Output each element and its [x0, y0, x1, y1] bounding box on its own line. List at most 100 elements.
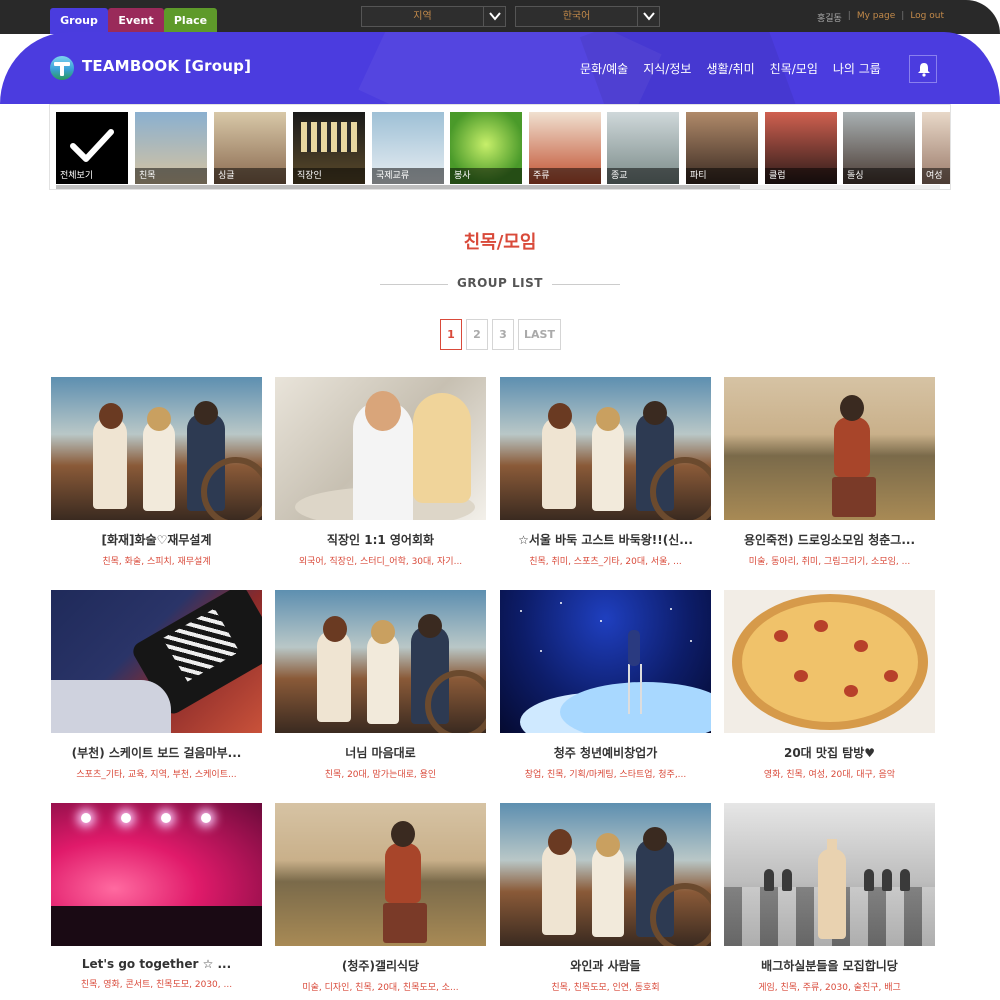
group-title[interactable]: 직장인 1:1 영어회화 — [275, 531, 486, 548]
region-select[interactable]: 지역 — [361, 6, 506, 27]
category-worker[interactable]: 직장인 — [293, 112, 365, 184]
group-thumbnail[interactable] — [275, 803, 486, 946]
category-label: 클럽 — [765, 168, 837, 184]
category-international[interactable]: 국제교류 — [372, 112, 444, 184]
group-card[interactable]: (부천) 스케이트 보드 걸음마부... 스포츠_기타, 교육, 지역, 부천,… — [51, 590, 262, 780]
group-thumbnail[interactable] — [724, 803, 935, 946]
group-title[interactable]: (부천) 스케이트 보드 걸음마부... — [51, 744, 262, 761]
category-divorced[interactable]: 돌싱 — [843, 112, 915, 184]
group-card[interactable]: [화재]화술♡재무설계 친목, 화술, 스피치, 재무설계 — [51, 377, 262, 567]
group-card[interactable]: ☆서울 바둑 고스트 바둑왕!!(신... 친목, 취미, 스포츠_기타, 20… — [500, 377, 711, 567]
service-tabs: Group Event Place — [50, 8, 217, 34]
section-heading-text: GROUP LIST — [457, 276, 543, 290]
category-social[interactable]: 친목 — [135, 112, 207, 184]
notification-button[interactable] — [909, 55, 937, 83]
group-card[interactable]: 너님 마음대로 친목, 20대, 맘가는대로, 용인 — [275, 590, 486, 780]
carousel-scrollbar[interactable] — [56, 185, 940, 189]
divider: | — [901, 11, 905, 21]
teambook-logo-icon[interactable] — [50, 56, 74, 80]
category-label: 직장인 — [293, 168, 365, 184]
page-button-3[interactable]: 3 — [492, 319, 514, 350]
language-select[interactable]: 한국어 — [515, 6, 660, 27]
group-thumbnail[interactable] — [724, 377, 935, 520]
category-label: 돌싱 — [843, 168, 915, 184]
group-card[interactable]: Let's go together ☆ ... 친목, 영화, 콘서트, 친목도… — [51, 803, 262, 990]
category-label: 봉사 — [450, 168, 522, 184]
chevron-down-icon[interactable] — [637, 7, 659, 26]
category-label: 파티 — [686, 168, 758, 184]
group-thumbnail[interactable] — [500, 590, 711, 733]
pagination: 1 2 3 LAST — [440, 319, 561, 350]
main-header: TEAMBOOK [Group] 문화/예술 지식/정보 생활/취미 친목/모임… — [0, 32, 1000, 104]
section-heading: GROUP LIST — [380, 276, 620, 292]
nav-culture-art[interactable]: 문화/예술 — [580, 60, 628, 77]
category-label: 국제교류 — [372, 168, 444, 184]
page-button-2[interactable]: 2 — [466, 319, 488, 350]
brand-title[interactable]: TEAMBOOK [Group] — [82, 57, 251, 75]
category-women[interactable]: 여성 — [922, 112, 950, 184]
group-tags: 영화, 친목, 여성, 20대, 대구, 음악 — [763, 770, 896, 780]
page: Group Event Place 지역 한국어 홍길동 | My page |… — [0, 0, 1000, 1000]
group-title[interactable]: 와인과 사람들 — [500, 957, 711, 974]
group-tags: 게임, 친목, 주류, 2030, 술친구, 배그 — [758, 983, 901, 993]
group-card[interactable]: 직장인 1:1 영어회화 외국어, 직장인, 스터디_어학, 30대, 자기..… — [275, 377, 486, 567]
group-card[interactable]: 와인과 사람들 친목, 친목도모, 인연, 동호회 — [500, 803, 711, 993]
nav-life-hobby[interactable]: 생활/취미 — [706, 60, 754, 77]
category-all[interactable]: 전체보기 — [56, 112, 128, 184]
category-religion[interactable]: 종교 — [607, 112, 679, 184]
tab-group[interactable]: Group — [50, 8, 108, 34]
nav-social-meetup[interactable]: 친목/모임 — [770, 60, 818, 77]
category-label: 여성 — [922, 168, 950, 184]
group-thumbnail[interactable] — [500, 803, 711, 946]
group-tags: 친목, 화술, 스피치, 재무설계 — [102, 557, 211, 567]
group-tags: 창업, 친목, 기획/마케팅, 스타트업, 청주,... — [524, 770, 687, 780]
tab-event[interactable]: Event — [108, 8, 164, 34]
group-card[interactable]: (청주)갤리식당 미술, 디자인, 친목, 20대, 친목도모, 소... — [275, 803, 486, 993]
nav-my-group[interactable]: 나의 그룹 — [833, 60, 881, 77]
group-thumbnail[interactable] — [724, 590, 935, 733]
group-title[interactable]: 배그하실분들을 모집합니당 — [724, 957, 935, 974]
group-title[interactable]: 너님 마음대로 — [275, 744, 486, 761]
group-title[interactable]: [화재]화술♡재무설계 — [51, 531, 262, 548]
group-title[interactable]: ☆서울 바둑 고스트 바둑왕!!(신... — [500, 531, 711, 548]
category-party[interactable]: 파티 — [686, 112, 758, 184]
category-label: 전체보기 — [56, 168, 128, 184]
group-tags: 외국어, 직장인, 스터디_어학, 30대, 자기... — [298, 557, 463, 567]
category-club[interactable]: 클럽 — [765, 112, 837, 184]
last-page-button[interactable]: LAST — [518, 319, 561, 350]
tab-place[interactable]: Place — [164, 8, 217, 34]
group-title[interactable]: 20대 맛집 탐방♥ — [724, 744, 935, 761]
group-thumbnail[interactable] — [275, 590, 486, 733]
group-card[interactable]: 청주 청년예비창업가 창업, 친목, 기획/마케팅, 스타트업, 청주,... — [500, 590, 711, 780]
group-card[interactable]: 용인죽전) 드로잉소모임 청춘그... 미술, 동아리, 취미, 그림그리기, … — [724, 377, 935, 567]
group-tags: 미술, 동아리, 취미, 그림그리기, 소모임, ... — [748, 557, 911, 567]
mypage-link[interactable]: My page — [857, 11, 895, 24]
group-thumbnail[interactable] — [51, 590, 262, 733]
category-volunteer[interactable]: 봉사 — [450, 112, 522, 184]
page-button-1[interactable]: 1 — [440, 319, 462, 350]
category-label: 주류 — [529, 168, 601, 184]
checkmark-icon — [70, 129, 114, 162]
group-card[interactable]: 20대 맛집 탐방♥ 영화, 친목, 여성, 20대, 대구, 음악 — [724, 590, 935, 780]
scrollbar-thumb[interactable] — [56, 185, 740, 189]
chevron-down-icon[interactable] — [483, 7, 505, 26]
group-thumbnail[interactable] — [51, 803, 262, 946]
group-tags: 미술, 디자인, 친목, 20대, 친목도모, 소... — [302, 983, 459, 993]
group-title[interactable]: 용인죽전) 드로잉소모임 청춘그... — [724, 531, 935, 548]
group-thumbnail[interactable] — [500, 377, 711, 520]
group-card[interactable]: 배그하실분들을 모집합니당 게임, 친목, 주류, 2030, 술친구, 배그 — [724, 803, 935, 993]
category-drinks[interactable]: 주류 — [529, 112, 601, 184]
nav-knowledge-info[interactable]: 지식/정보 — [643, 60, 691, 77]
group-title[interactable]: (청주)갤리식당 — [275, 957, 486, 974]
category-label: 싱글 — [214, 168, 286, 184]
group-title[interactable]: 청주 청년예비창업가 — [500, 744, 711, 761]
logout-link[interactable]: Log out — [910, 11, 944, 24]
top-utility-bar: Group Event Place 지역 한국어 홍길동 | My page |… — [0, 0, 1000, 34]
group-title[interactable]: Let's go together ☆ ... — [51, 957, 262, 971]
category-single[interactable]: 싱글 — [214, 112, 286, 184]
divider: | — [847, 11, 851, 21]
group-tags: 친목, 친목도모, 인연, 동호회 — [551, 983, 660, 993]
group-thumbnail[interactable] — [51, 377, 262, 520]
divider — [552, 284, 620, 285]
group-thumbnail[interactable] — [275, 377, 486, 520]
